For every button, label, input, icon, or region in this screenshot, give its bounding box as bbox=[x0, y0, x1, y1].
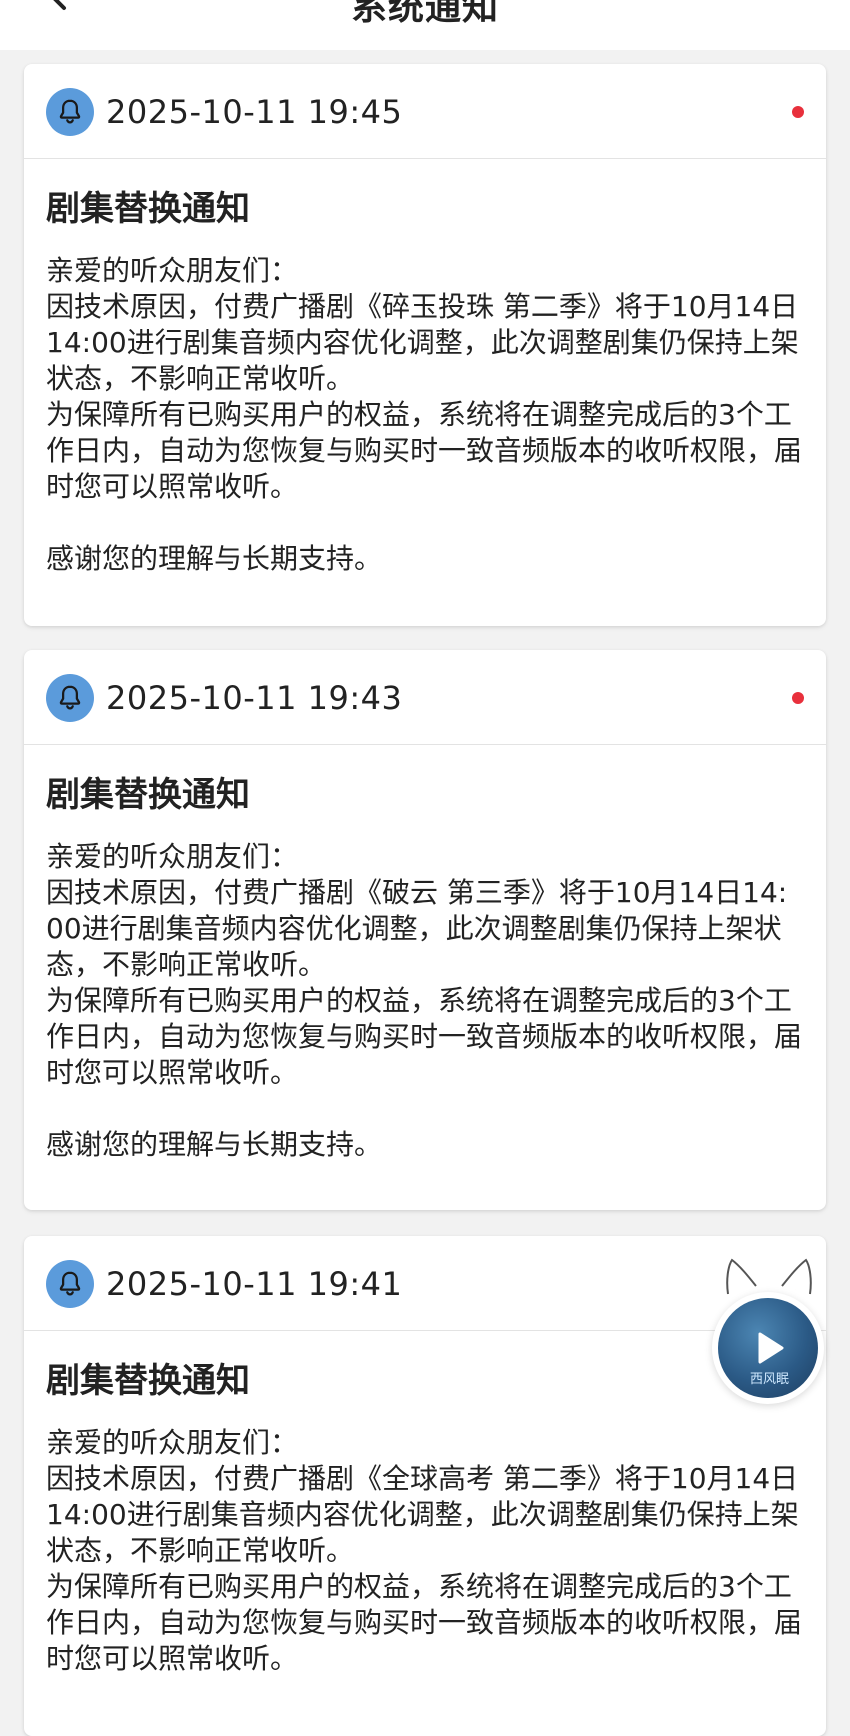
notification-title: 剧集替换通知 bbox=[46, 189, 250, 229]
notification-title: 剧集替换通知 bbox=[46, 775, 250, 815]
notification-greeting: 亲爱的听众朋友们： bbox=[46, 254, 299, 287]
notification-paragraph: 为保障所有已购买用户的权益，系统将在调整完成后的3个工作日内，自动为您恢复与购买… bbox=[46, 1570, 803, 1675]
floating-mini-player[interactable]: 西风眠 bbox=[712, 1258, 824, 1404]
notification-closing: 感谢您的理解与长期支持。 bbox=[46, 542, 383, 575]
unread-dot bbox=[792, 692, 804, 704]
notification-timestamp: 2025-10-11 19:45 bbox=[106, 93, 403, 131]
notification-body: 剧集替换通知 亲爱的听众朋友们： 因技术原因，付费广播剧《破云 第三季》将于10… bbox=[24, 745, 826, 1163]
notification-card[interactable]: 2025-10-11 19:43 剧集替换通知 亲爱的听众朋友们： 因技术原因，… bbox=[24, 650, 826, 1210]
play-icon[interactable] bbox=[744, 1324, 792, 1372]
bell-icon bbox=[46, 1260, 94, 1308]
notification-header: 2025-10-11 19:45 bbox=[24, 64, 826, 159]
bell-icon bbox=[46, 88, 94, 136]
notification-paragraph: 为保障所有已购买用户的权益，系统将在调整完成后的3个工作日内，自动为您恢复与购买… bbox=[46, 984, 803, 1089]
unread-dot bbox=[792, 106, 804, 118]
notification-body: 剧集替换通知 亲爱的听众朋友们： 因技术原因，付费广播剧《全球高考 第二季》将于… bbox=[24, 1331, 826, 1677]
notification-paragraph: 因技术原因，付费广播剧《全球高考 第二季》将于10月14日14:00进行剧集音频… bbox=[46, 1462, 799, 1567]
notification-timestamp: 2025-10-11 19:43 bbox=[106, 679, 403, 717]
notification-title: 剧集替换通知 bbox=[46, 1361, 250, 1401]
bell-icon bbox=[46, 674, 94, 722]
notification-paragraph: 因技术原因，付费广播剧《破云 第三季》将于10月14日14:00进行剧集音频内容… bbox=[46, 876, 788, 981]
notification-card[interactable]: 2025-10-11 19:45 剧集替换通知 亲爱的听众朋友们： 因技术原因，… bbox=[24, 64, 826, 626]
notification-card[interactable]: 2025-10-11 19:41 剧集替换通知 亲爱的听众朋友们： 因技术原因，… bbox=[24, 1236, 826, 1736]
cat-ear-icon bbox=[781, 1258, 812, 1295]
top-bar: 系统通知 bbox=[0, 0, 850, 50]
notification-paragraph: 因技术原因，付费广播剧《碎玉投珠 第二季》将于10月14日14:00进行剧集音频… bbox=[46, 290, 799, 395]
notification-closing: 感谢您的理解与长期支持。 bbox=[46, 1128, 383, 1161]
notification-timestamp: 2025-10-11 19:41 bbox=[106, 1265, 403, 1303]
notification-greeting: 亲爱的听众朋友们： bbox=[46, 840, 299, 873]
cat-ear-icon bbox=[726, 1258, 757, 1295]
notification-paragraph: 为保障所有已购买用户的权益，系统将在调整完成后的3个工作日内，自动为您恢复与购买… bbox=[46, 398, 803, 503]
notification-header: 2025-10-11 19:43 bbox=[24, 650, 826, 745]
notification-header: 2025-10-11 19:41 bbox=[24, 1236, 826, 1331]
notification-body: 剧集替换通知 亲爱的听众朋友们： 因技术原因，付费广播剧《碎玉投珠 第二季》将于… bbox=[24, 159, 826, 577]
page-title: 系统通知 bbox=[350, 0, 499, 28]
notification-greeting: 亲爱的听众朋友们： bbox=[46, 1426, 299, 1459]
